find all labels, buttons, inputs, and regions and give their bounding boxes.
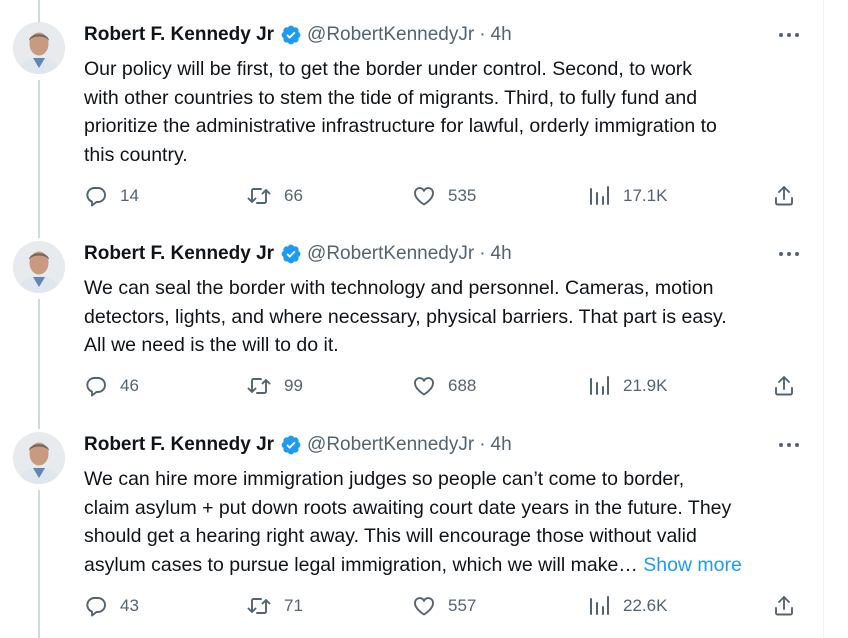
share-button[interactable] <box>772 591 796 621</box>
tweet-text-line: Our policy will be first, to get the bor… <box>84 58 693 80</box>
tweet[interactable]: Robert F. Kennedy Jr @RobertKennedyJr · … <box>0 410 823 638</box>
avatar-image <box>13 432 65 484</box>
action-bar: 46 99 688 21.9K <box>84 371 804 401</box>
verified-badge-icon[interactable] <box>280 243 302 265</box>
author-name[interactable]: Robert F. Kennedy Jr <box>84 24 274 46</box>
author-handle[interactable]: @RobertKennedyJr <box>307 24 474 46</box>
reply-count: 43 <box>120 596 139 615</box>
verified-badge-icon[interactable] <box>280 434 302 456</box>
tweet-text-line: All we need is the will to do it. <box>84 334 339 356</box>
like-count: 557 <box>448 596 477 615</box>
reply-button[interactable]: 43 <box>84 591 139 621</box>
tweet-text-line: this country. <box>84 143 188 166</box>
retweet-count: 71 <box>284 596 303 615</box>
view-count: 22.6K <box>623 596 668 615</box>
timestamp[interactable]: 4h <box>491 243 512 265</box>
author-name[interactable]: Robert F. Kennedy Jr <box>84 434 274 456</box>
separator: · <box>479 434 486 455</box>
show-more-link[interactable]: Show more <box>643 554 742 576</box>
share-upload-icon <box>772 184 796 208</box>
author-handle[interactable]: @RobertKennedyJr <box>307 434 474 456</box>
view-count: 17.1K <box>623 186 668 205</box>
share-button[interactable] <box>772 181 796 211</box>
tweet-text-line: detectors, lights, and where necessary, … <box>84 305 727 328</box>
views-button[interactable]: 22.6K <box>587 591 667 621</box>
reply-button[interactable]: 14 <box>84 181 139 211</box>
tweet-text-line-content: asylum cases to pursue legal immigration… <box>84 553 638 576</box>
tweet-header: Robert F. Kennedy Jr @RobertKennedyJr · … <box>84 22 512 48</box>
tweet-text: We can hire more immigration judges so p… <box>84 465 810 579</box>
heart-icon <box>412 594 436 618</box>
more-horizontal-icon[interactable] <box>776 243 802 265</box>
tweet-text-line: We can seal the border with technology a… <box>84 277 714 299</box>
tweet-text-line: claim asylum + put down roots awaiting c… <box>84 496 732 519</box>
reply-count: 46 <box>120 376 139 395</box>
retweet-button[interactable]: 99 <box>246 371 303 401</box>
retweet-icon <box>246 184 272 208</box>
retweet-icon <box>246 374 272 398</box>
share-button[interactable] <box>772 371 796 401</box>
author-name[interactable]: Robert F. Kennedy Jr <box>84 243 274 265</box>
tweet-text-line: asylum cases to pursue legal immigration… <box>84 551 810 580</box>
like-button[interactable]: 557 <box>412 591 476 621</box>
avatar-image <box>13 241 65 293</box>
timeline-border <box>823 0 824 638</box>
views-button[interactable]: 21.9K <box>587 371 667 401</box>
tweet[interactable]: Robert F. Kennedy Jr @RobertKennedyJr · … <box>0 219 823 414</box>
views-button[interactable]: 17.1K <box>587 181 667 211</box>
separator: · <box>479 24 486 45</box>
tweet[interactable]: Robert F. Kennedy Jr @RobertKennedyJr · … <box>0 0 823 225</box>
retweet-count: 66 <box>284 186 303 205</box>
reply-count: 14 <box>120 186 139 205</box>
timestamp[interactable]: 4h <box>491 24 512 46</box>
reply-bubble-icon <box>84 184 108 208</box>
avatar[interactable] <box>13 241 65 293</box>
avatar[interactable] <box>13 432 65 484</box>
like-count: 688 <box>448 376 477 395</box>
tweet-header: Robert F. Kennedy Jr @RobertKennedyJr · … <box>84 432 512 458</box>
separator: · <box>479 243 486 264</box>
retweet-button[interactable]: 71 <box>246 591 303 621</box>
like-button[interactable]: 688 <box>412 371 476 401</box>
action-bar: 43 71 557 22.6K <box>84 591 804 621</box>
retweet-button[interactable]: 66 <box>246 181 303 211</box>
views-bar-chart-icon <box>587 184 611 208</box>
like-button[interactable]: 535 <box>412 181 476 211</box>
views-bar-chart-icon <box>587 374 611 398</box>
reply-button[interactable]: 46 <box>84 371 139 401</box>
tweet-header: Robert F. Kennedy Jr @RobertKennedyJr · … <box>84 241 512 267</box>
tweet-text-line: should get a hearing right away. This wi… <box>84 525 697 547</box>
tweet-text-line: prioritize the administrative infrastruc… <box>84 115 717 137</box>
tweet-text: Our policy will be first, to get the bor… <box>84 55 810 169</box>
avatar[interactable] <box>13 22 65 74</box>
reply-bubble-icon <box>84 374 108 398</box>
action-bar: 14 66 535 17.1K <box>84 181 804 211</box>
more-horizontal-icon[interactable] <box>776 24 802 46</box>
author-handle[interactable]: @RobertKennedyJr <box>307 243 474 265</box>
timestamp[interactable]: 4h <box>491 434 512 456</box>
heart-icon <box>412 184 436 208</box>
view-count: 21.9K <box>623 376 668 395</box>
heart-icon <box>412 374 436 398</box>
share-upload-icon <box>772 594 796 618</box>
share-upload-icon <box>772 374 796 398</box>
like-count: 535 <box>448 186 477 205</box>
more-horizontal-icon[interactable] <box>776 434 802 456</box>
avatar-image <box>13 22 65 74</box>
views-bar-chart-icon <box>587 594 611 618</box>
tweet-text-line: with other countries to stem the tide of… <box>84 86 698 109</box>
verified-badge-icon[interactable] <box>280 24 302 46</box>
reply-bubble-icon <box>84 594 108 618</box>
tweet-text: We can seal the border with technology a… <box>84 274 810 360</box>
tweet-text-line: We can hire more immigration judges so p… <box>84 468 685 490</box>
retweet-icon <box>246 594 272 618</box>
retweet-count: 99 <box>284 376 303 395</box>
